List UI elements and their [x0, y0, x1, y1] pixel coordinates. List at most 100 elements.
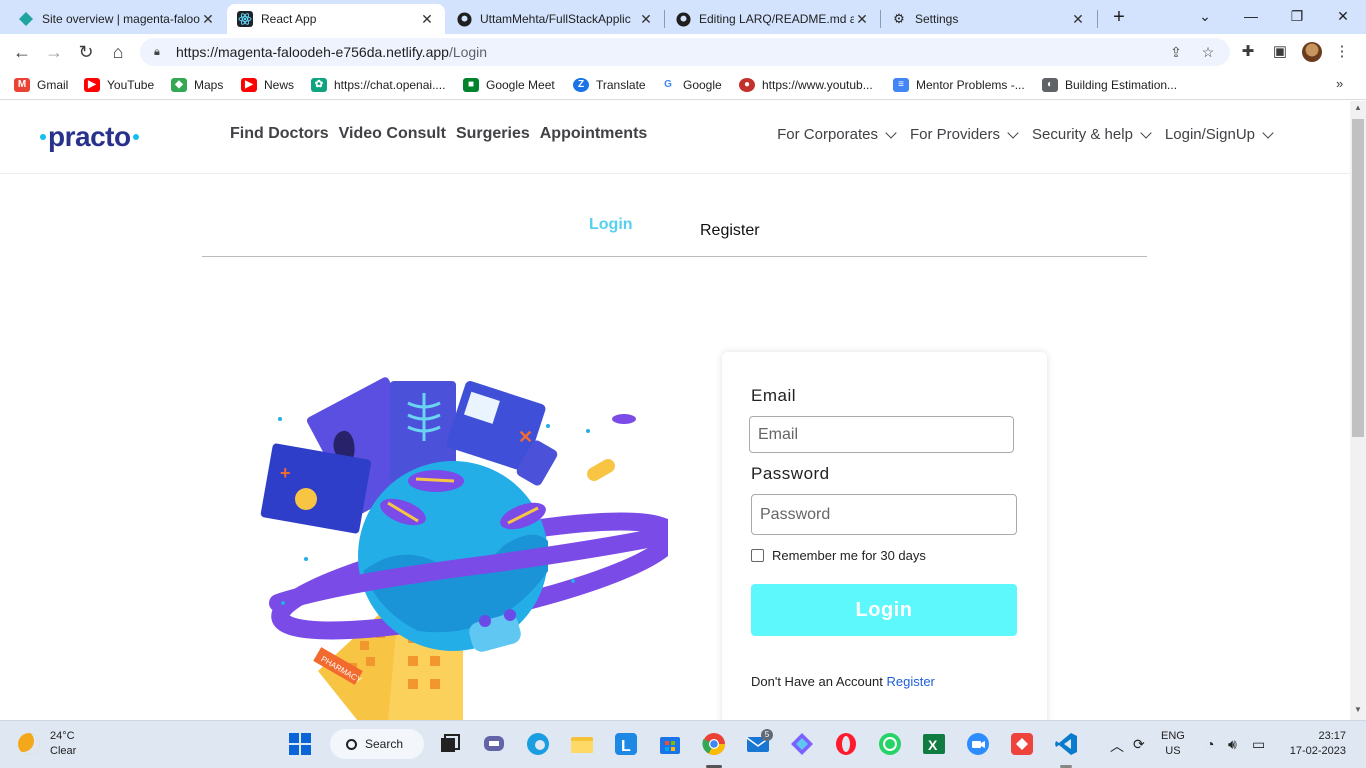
nav-find-doctors[interactable]: Find Doctors — [230, 125, 329, 143]
nav-surgeries[interactable]: Surgeries — [456, 125, 530, 143]
teams-chat-icon[interactable] — [481, 731, 507, 757]
browser-tab-react-app[interactable]: React App ✕ — [227, 4, 445, 34]
nav-security-help[interactable]: Security & help — [1032, 126, 1152, 143]
minimize-icon[interactable]: — — [1228, 4, 1274, 28]
task-view-icon[interactable] — [437, 731, 463, 757]
lock-icon[interactable]: 🔒︎ — [154, 46, 168, 59]
address-bar[interactable]: 🔒︎ https://magenta-faloodeh-e756da.netli… — [140, 38, 1230, 66]
scroll-up-arrow-icon[interactable]: ▲ — [1354, 103, 1362, 112]
back-arrow-icon[interactable]: ← — [10, 40, 34, 64]
home-icon[interactable]: ⌂ — [106, 40, 130, 64]
bookmark-star-icon[interactable]: ☆ — [1198, 42, 1218, 62]
tab-login[interactable]: Login — [589, 216, 633, 234]
url-text[interactable]: https://magenta-faloodeh-e756da.netlify.… — [176, 44, 487, 60]
reload-icon[interactable]: ↻ — [74, 40, 98, 64]
bookmark-building-estimation[interactable]: ◐ Building Estimation... — [1042, 76, 1177, 94]
opera-icon[interactable] — [833, 731, 859, 757]
profile-avatar[interactable] — [1302, 42, 1322, 62]
whatsapp-icon[interactable] — [877, 731, 903, 757]
language-code: ENG — [1161, 730, 1185, 742]
browser-tab-github-fullstack[interactable]: UttamMehta/FullStackApplic ✕ — [446, 4, 664, 34]
vscode-icon[interactable] — [1053, 731, 1079, 757]
zoom-icon[interactable] — [965, 731, 991, 757]
nav-for-corporates[interactable]: For Corporates — [777, 126, 897, 143]
github-icon — [456, 11, 472, 27]
bookmark-mentor-problems[interactable]: ≡ Mentor Problems -... — [893, 76, 1025, 94]
scrollbar-thumb[interactable] — [1352, 119, 1364, 437]
tab-title: Site overview | magenta-faloo — [42, 12, 200, 26]
bookmark-youtube[interactable]: ▶ YouTube — [84, 76, 154, 94]
side-panel-icon[interactable]: ▣ — [1268, 40, 1292, 64]
close-tab-icon[interactable]: ✕ — [200, 11, 216, 27]
store-icon[interactable] — [657, 731, 683, 757]
github-icon — [675, 11, 691, 27]
battery-icon[interactable]: ▭ — [1252, 736, 1265, 753]
youtube-icon: ▶ — [84, 78, 100, 92]
tab-register[interactable]: Register — [700, 222, 760, 240]
svg-text:+: + — [280, 463, 291, 483]
clock[interactable]: 23:17 17-02-2023 — [1286, 729, 1346, 759]
chrome-icon[interactable] — [701, 731, 727, 757]
bookmark-news[interactable]: ▶ News — [241, 76, 294, 94]
bookmark-maps[interactable]: ◆ Maps — [171, 76, 223, 94]
nav-login-signup[interactable]: Login/SignUp — [1165, 126, 1274, 143]
register-link[interactable]: Register — [886, 674, 934, 689]
copilot-icon[interactable] — [789, 731, 815, 757]
remember-checkbox[interactable] — [751, 549, 764, 562]
close-tab-icon[interactable]: ✕ — [638, 11, 654, 27]
region-code: US — [1165, 745, 1181, 757]
wifi-icon[interactable]: ◔ — [1206, 736, 1214, 752]
scroll-down-arrow-icon[interactable]: ▼ — [1354, 705, 1362, 714]
close-window-icon[interactable]: ✕ — [1320, 4, 1366, 28]
bookmark-youtube-link[interactable]: ● https://www.youtub... — [739, 76, 873, 94]
weather-widget[interactable]: 24°C Clear — [18, 729, 76, 759]
volume-icon[interactable]: 🔊︎ — [1228, 736, 1237, 753]
healthcare-planet-illustration: PHARMACY ✕ + — [260, 377, 668, 720]
remember-me[interactable]: Remember me for 30 days — [751, 548, 926, 563]
new-tab-icon[interactable]: + — [1108, 6, 1130, 28]
share-icon[interactable]: ⇪ — [1166, 42, 1186, 62]
more-bookmarks-icon[interactable]: » — [1336, 76, 1343, 91]
nav-appointments[interactable]: Appointments — [540, 125, 648, 143]
file-explorer-icon[interactable] — [569, 731, 595, 757]
browser-tab-github-readme[interactable]: Editing LARQ/README.md at ✕ — [665, 4, 880, 34]
forward-arrow-icon[interactable]: → — [42, 40, 66, 64]
bookmark-google-meet[interactable]: ■ Google Meet — [463, 76, 555, 94]
close-tab-icon[interactable]: ✕ — [1070, 11, 1086, 27]
extensions-puzzle-icon[interactable]: ✚ — [1236, 40, 1260, 64]
edge-icon[interactable] — [525, 731, 551, 757]
chevron-up-icon[interactable]: ︿ — [1110, 736, 1124, 756]
nav-for-providers[interactable]: For Providers — [910, 126, 1019, 143]
language-indicator[interactable]: ENG US — [1161, 729, 1185, 759]
excel-icon[interactable]: X — [921, 731, 947, 757]
sync-icon[interactable]: ⟳ — [1133, 736, 1145, 753]
nav-video-consult[interactable]: Video Consult — [339, 125, 446, 143]
close-tab-icon[interactable]: ✕ — [419, 11, 435, 27]
browser-tab-settings[interactable]: ⚙ Settings ✕ — [881, 4, 1096, 34]
page-scrollbar[interactable]: ▲ ▼ — [1350, 101, 1366, 720]
page-icon: ◐ — [1042, 78, 1058, 92]
bookmark-label: Google — [683, 78, 722, 92]
bookmark-chat-openai[interactable]: ✿ https://chat.openai.... — [311, 76, 445, 94]
anydesk-icon[interactable] — [1009, 731, 1035, 757]
bookmark-google[interactable]: G Google — [660, 76, 722, 94]
close-tab-icon[interactable]: ✕ — [854, 11, 870, 27]
restore-icon[interactable]: ❐ — [1274, 4, 1320, 28]
l-app-icon[interactable]: L — [613, 731, 639, 757]
password-field[interactable] — [751, 494, 1017, 535]
login-card: Email Password Remember me for 30 days L… — [722, 352, 1047, 720]
tab-search-chevron-icon[interactable]: ⌄ — [1182, 4, 1228, 28]
moon-icon — [18, 733, 40, 755]
windows-start-icon[interactable] — [287, 731, 313, 757]
browser-tab-site-overview[interactable]: Site overview | magenta-faloo ✕ — [8, 4, 226, 34]
bookmark-gmail[interactable]: M Gmail — [14, 76, 68, 94]
practo-logo[interactable]: practo — [38, 121, 141, 153]
bookmark-translate[interactable]: Z Translate — [573, 76, 646, 94]
login-button[interactable]: Login — [751, 584, 1017, 636]
email-field[interactable] — [749, 416, 1014, 453]
nav-label: For Corporates — [777, 126, 878, 143]
react-icon — [237, 11, 253, 27]
search-label: Search — [365, 737, 404, 751]
taskbar-search[interactable]: Search — [330, 729, 424, 759]
chrome-menu-icon[interactable]: ⋮ — [1330, 40, 1354, 64]
